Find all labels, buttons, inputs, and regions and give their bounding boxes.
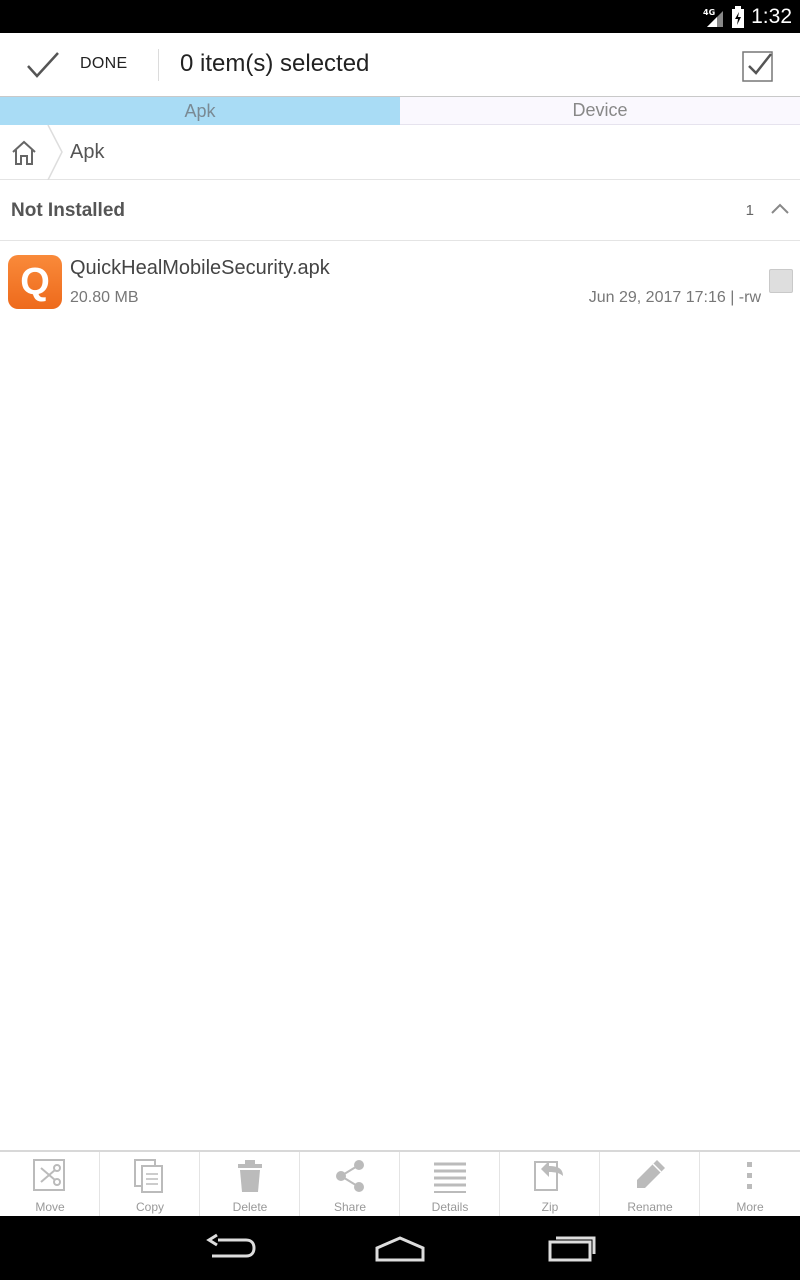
breadcrumb-item-apk[interactable]: Apk [70, 141, 104, 164]
breadcrumb: Apk [0, 125, 800, 180]
chevron-up-icon[interactable] [770, 201, 790, 217]
tab-bar: Apk Device [0, 97, 800, 125]
more-label: More [736, 1200, 764, 1214]
trash-icon [238, 1160, 262, 1192]
select-all-icon[interactable] [742, 48, 774, 82]
move-icon [33, 1159, 65, 1191]
home-nav-icon[interactable] [370, 1230, 430, 1266]
more-button[interactable]: More [700, 1152, 800, 1216]
selection-action-bar: DONE 0 item(s) selected [0, 33, 800, 97]
share-icon [336, 1160, 364, 1192]
tab-apk[interactable]: Apk [0, 97, 400, 125]
pencil-icon [637, 1160, 665, 1188]
svg-text:4G: 4G [703, 8, 715, 17]
details-button[interactable]: Details [400, 1152, 500, 1216]
file-size: 20.80 MB [70, 289, 139, 306]
more-vertical-icon [747, 1162, 752, 1189]
details-list-icon [434, 1162, 466, 1193]
file-name: QuickHealMobileSecurity.apk [70, 257, 330, 279]
done-button[interactable]: DONE [0, 33, 158, 97]
back-icon[interactable] [200, 1230, 260, 1266]
rename-button[interactable]: Rename [600, 1152, 700, 1216]
share-button[interactable]: Share [300, 1152, 400, 1216]
zip-label: Zip [541, 1200, 559, 1214]
clock: 1:32 [751, 4, 792, 28]
system-navigation-bar [0, 1216, 800, 1280]
divider [158, 49, 159, 81]
move-button[interactable]: Move [0, 1152, 100, 1216]
copy-label: Copy [135, 1200, 164, 1214]
checkmark-icon [27, 52, 59, 78]
done-label: DONE [80, 55, 128, 72]
battery-charging-icon [732, 5, 745, 28]
group-title: Not Installed [11, 200, 126, 221]
home-icon[interactable] [10, 139, 38, 167]
rename-label: Rename [627, 1200, 673, 1214]
breadcrumb-separator-icon [47, 125, 63, 180]
recent-apps-icon[interactable] [542, 1230, 602, 1266]
tab-device[interactable]: Device [400, 97, 800, 125]
status-icons: 4G 1:32 [703, 0, 792, 33]
file-select-checkbox[interactable] [769, 269, 793, 293]
share-label: Share [333, 1200, 367, 1214]
app-icon-letter: Q [20, 261, 50, 303]
zip-archive-icon [534, 1161, 563, 1191]
details-label: Details [431, 1200, 469, 1214]
quick-heal-app-icon: Q [8, 255, 62, 309]
signal-4g-icon: 4G [703, 8, 724, 27]
delete-label: Delete [232, 1200, 268, 1214]
copy-button[interactable]: Copy [100, 1152, 200, 1216]
file-date-permissions: Jun 29, 2017 17:16 | -rw [588, 289, 761, 306]
move-label: Move [35, 1200, 65, 1214]
selection-count-title: 0 item(s) selected [180, 50, 370, 77]
zip-button[interactable]: Zip [500, 1152, 600, 1216]
status-bar: 4G 1:32 [0, 0, 800, 33]
copy-icon [134, 1159, 163, 1193]
group-header-not-installed[interactable]: Not Installed 1 [0, 181, 800, 241]
bottom-toolbar: Move Copy Delete Share Details Zip Renam… [0, 1150, 800, 1216]
group-count: 1 [745, 202, 754, 219]
delete-button[interactable]: Delete [200, 1152, 300, 1216]
list-item[interactable]: Q QuickHealMobileSecurity.apk 20.80 MB J… [0, 242, 800, 320]
